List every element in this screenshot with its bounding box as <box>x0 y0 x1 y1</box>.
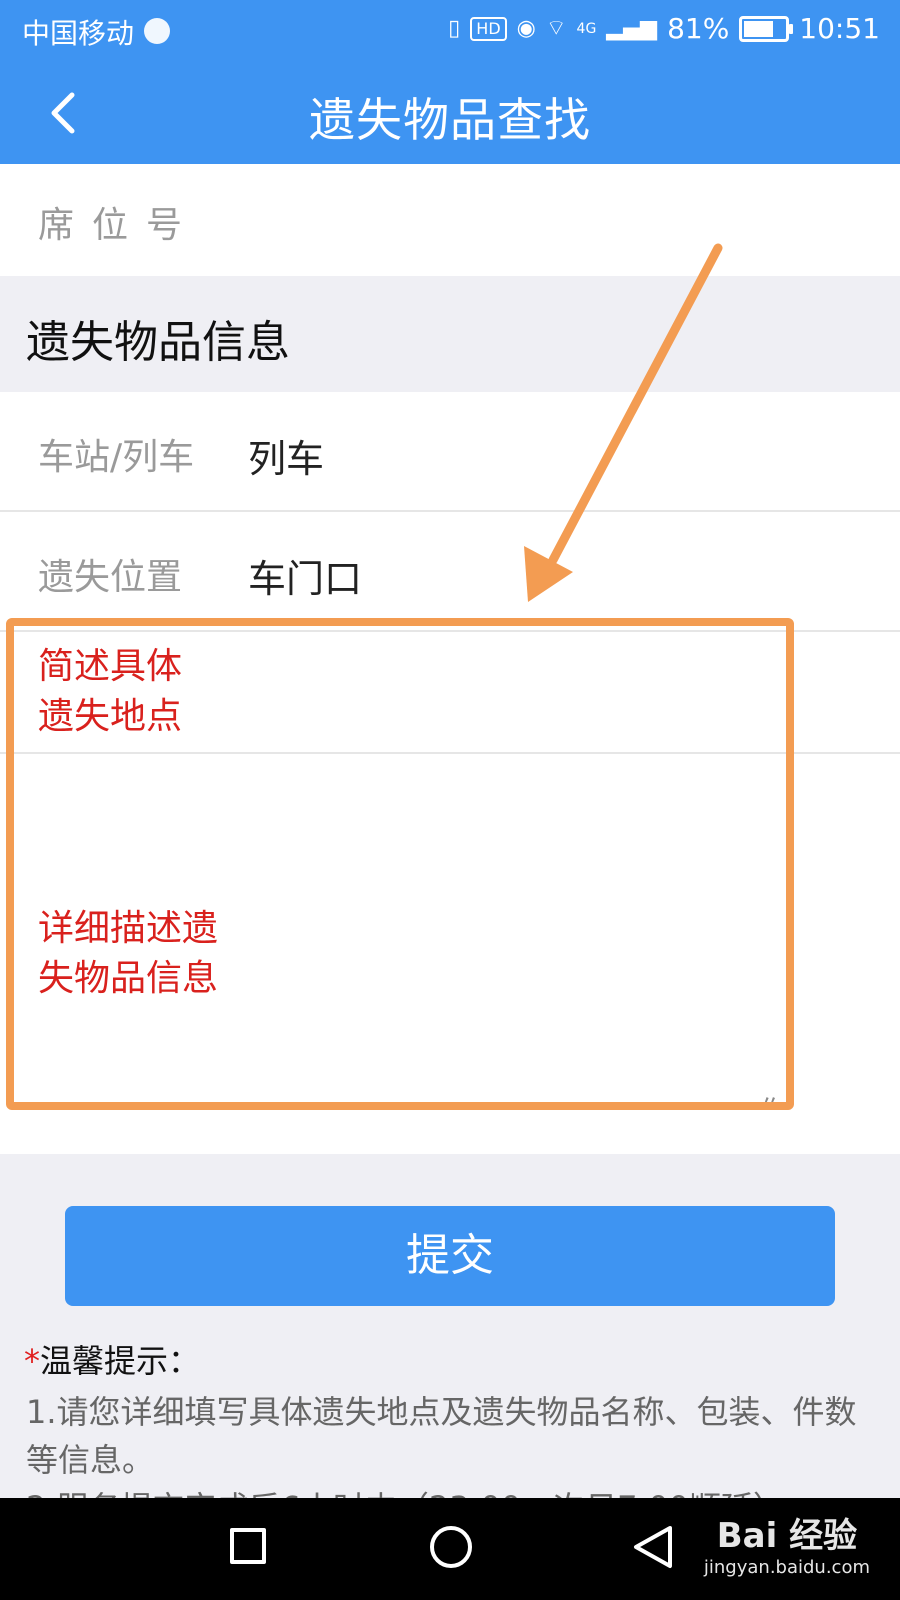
network-type: 4G <box>576 20 597 37</box>
volte-icon <box>144 18 170 44</box>
lost-location-value: 车门口 <box>248 557 363 601</box>
resize-handle-icon: 〃 <box>757 1092 780 1117</box>
system-nav-bar: Bai 经验 jingyan.baidu.com <box>0 1498 900 1600</box>
watermark-brand: Bai 经验 <box>716 1516 858 1556</box>
section-title: 遗失物品信息 <box>26 317 290 368</box>
station-train-value: 列车 <box>248 437 325 481</box>
battery-icon <box>739 15 794 42</box>
status-icons: ▯ HD ◉ ⌔ 4G ▂▄▆ 81% 10:51 <box>448 12 880 45</box>
battery-fill <box>744 20 774 37</box>
tip-line-1: 1.请您详细填写具体遗失地点及遗失物品名称、包装、件数等信息。 <box>26 1393 857 1479</box>
recent-apps-button[interactable] <box>230 1528 266 1564</box>
station-train-label: 车站/列车 <box>38 437 195 478</box>
watermark-url: jingyan.baidu.com <box>703 1557 870 1578</box>
battery-percent: 81% <box>667 12 730 45</box>
baidu-watermark: Bai 经验 jingyan.baidu.com <box>704 1508 870 1578</box>
clock: 10:51 <box>799 12 880 45</box>
detail-place-note: 简述具体 遗失地点 <box>38 646 183 737</box>
item-description-input[interactable]: 详细描述遗 失物品信息 〃 <box>0 754 900 1154</box>
eye-icon: ◉ <box>516 15 536 41</box>
station-train-field[interactable]: 车站/列车 列车 <box>0 392 900 512</box>
nav-bar: 遗失物品查找 <box>0 62 900 164</box>
back-triangle-button[interactable] <box>630 1522 676 1572</box>
hd-icon: HD <box>470 16 507 41</box>
lost-location-label: 遗失位置 <box>38 557 183 598</box>
item-description-note: 详细描述遗 失物品信息 <box>38 908 219 999</box>
lost-location-field[interactable]: 遗失位置 车门口 <box>0 512 900 632</box>
page-title: 遗失物品查找 <box>309 93 591 147</box>
required-star: * <box>24 1342 40 1380</box>
home-button[interactable] <box>430 1526 472 1568</box>
section-header: 遗失物品信息 <box>0 276 900 392</box>
carrier-name: 中国移动 <box>22 17 135 50</box>
status-bar: 中国移动 ▯ HD ◉ ⌔ 4G ▂▄▆ 81% 10:51 <box>0 0 900 62</box>
seat-number-label: 席位号 <box>38 205 201 246</box>
wifi-icon: ⌔ <box>545 15 567 41</box>
tips-title: *温馨提示： <box>24 1336 200 1382</box>
vibrate-icon: ▯ <box>448 15 461 41</box>
submit-button[interactable]: 提交 <box>65 1206 835 1306</box>
detail-place-input[interactable]: 简述具体 遗失地点 <box>0 632 900 754</box>
tips-title-text: 温馨提示： <box>40 1342 201 1380</box>
seat-number-field[interactable]: 席位号 <box>0 164 900 276</box>
signal-icon: ▂▄▆ <box>606 15 658 41</box>
